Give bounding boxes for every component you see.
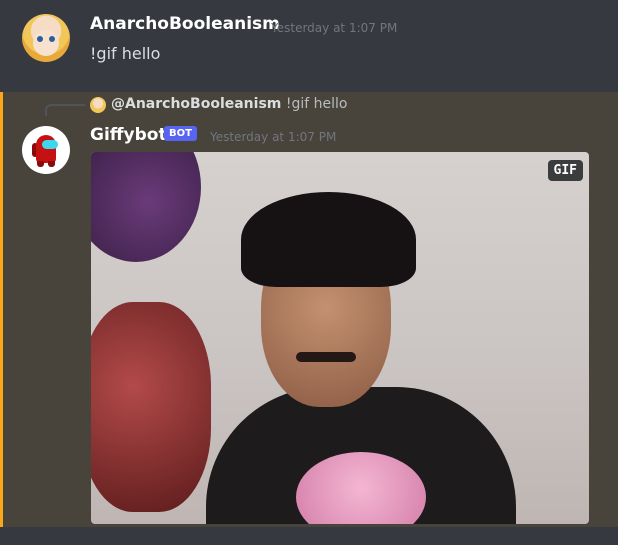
crewmate-leg-right <box>48 161 55 167</box>
bot-username[interactable]: Giffybot <box>90 125 167 145</box>
user-avatar[interactable] <box>22 14 70 62</box>
crewmate-visor <box>42 140 58 149</box>
message-anarchobooleanism: AnarchoBooleanism Yesterday at 1:07 PM !… <box>0 0 618 92</box>
reply-content: !gif hello <box>285 96 348 112</box>
message-giffybot: @AnarchoBooleanism !gif hello Giffybot B… <box>0 92 618 527</box>
chat-bottom-strip <box>0 527 618 545</box>
bot-timestamp: Yesterday at 1:07 PM <box>210 130 337 144</box>
balloon-dark <box>91 152 201 262</box>
avatar-eye-right <box>49 36 55 42</box>
mention-highlight-bar <box>0 92 3 527</box>
gif-badge: GIF <box>547 160 583 181</box>
reply-mention[interactable]: @AnarchoBooleanism <box>111 96 281 112</box>
avatar-eye-left <box>37 36 43 42</box>
reply-avatar-icon[interactable] <box>90 97 106 113</box>
gif-person-hair <box>241 192 416 287</box>
message-username[interactable]: AnarchoBooleanism <box>90 14 280 34</box>
crewmate-avatar[interactable] <box>22 126 70 174</box>
balloon-red <box>91 302 211 512</box>
reply-preview[interactable]: @AnarchoBooleanism !gif hello <box>111 96 347 112</box>
avatar-face <box>33 30 59 56</box>
reply-spine <box>45 104 85 116</box>
message-timestamp: Yesterday at 1:07 PM <box>271 21 398 35</box>
crewmate-leg-left <box>37 161 44 167</box>
gif-embed[interactable]: GIF <box>91 152 589 524</box>
message-content: !gif hello <box>90 44 161 63</box>
gif-person-mustache <box>296 352 356 362</box>
bot-badge: BOT <box>164 126 197 141</box>
